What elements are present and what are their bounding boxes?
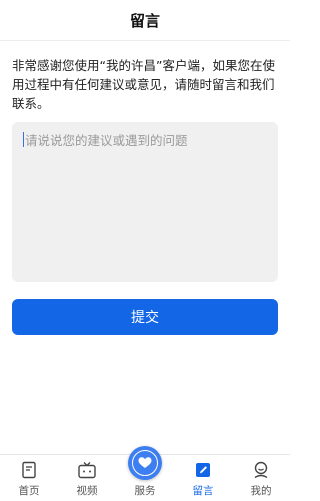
heart-hand-icon: [132, 450, 158, 476]
header-bar: 留言: [0, 0, 290, 41]
tab-label: 视频: [76, 485, 98, 497]
intro-text: 非常感谢您使用“我的许昌”客户端，如果您在使用过程中有任何建议或意见，请随时留言…: [12, 58, 275, 111]
tab-label: 首页: [18, 485, 40, 497]
tab-label: 我的: [250, 485, 272, 497]
edit-icon: [192, 459, 214, 481]
tab-message[interactable]: 留言: [174, 455, 232, 501]
tab-profile[interactable]: 我的: [232, 455, 290, 501]
feedback-box[interactable]: [12, 122, 278, 282]
tab-label: 留言: [192, 485, 214, 497]
tab-video[interactable]: 视频: [58, 455, 116, 501]
tab-label: 服务: [134, 485, 156, 497]
tab-home[interactable]: 首页: [0, 455, 58, 501]
home-doc-icon: [18, 459, 40, 481]
submit-button[interactable]: 提交: [12, 299, 278, 335]
service-center-button[interactable]: [128, 446, 162, 480]
page-title: 留言: [129, 11, 160, 30]
submit-button-label: 提交: [131, 310, 159, 326]
tv-icon: [76, 459, 98, 481]
bottom-tab-bar: 首页 视频 服务 留言 我的: [0, 446, 290, 501]
text-cursor: [23, 132, 24, 147]
tab-service[interactable]: 服务: [116, 446, 174, 501]
user-icon: [250, 459, 272, 481]
feedback-input[interactable]: [12, 122, 278, 282]
